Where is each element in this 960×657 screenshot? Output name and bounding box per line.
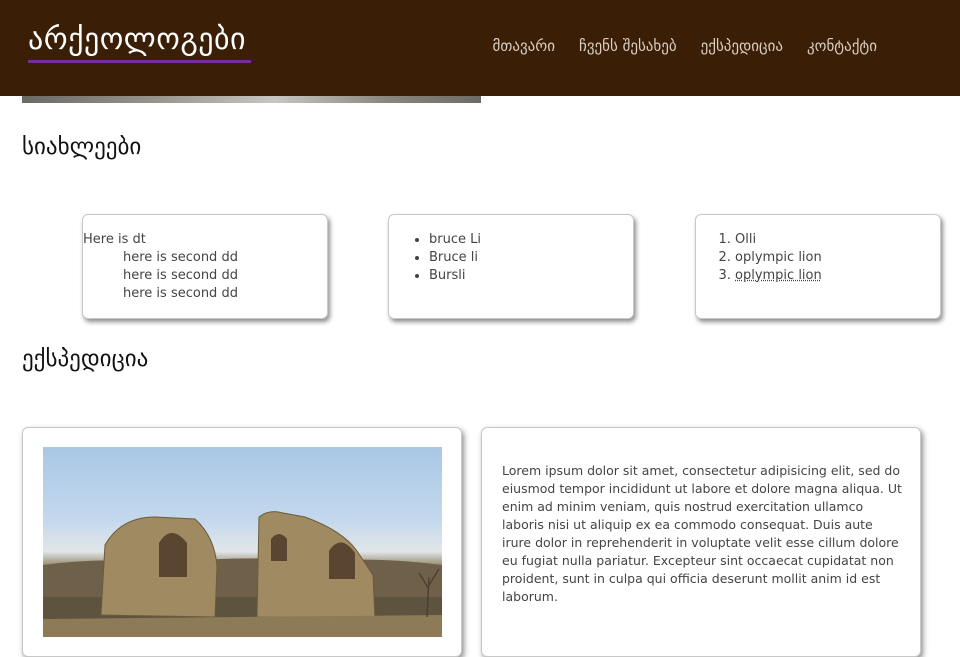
logo-underline — [28, 60, 251, 63]
expedition-text-card: Lorem ipsum dolor sit amet, consectetur … — [481, 427, 921, 657]
news-section-title: სიახლეები — [22, 134, 142, 160]
news-card-bullet-list: bruce Li Bruce li Bursli — [388, 214, 634, 319]
news-card-definition-list: Here is dt here is second dd here is sec… — [82, 214, 328, 319]
site-logo[interactable]: არქეოლოგები — [28, 22, 246, 58]
ruins-photo — [43, 447, 442, 637]
expedition-image-card — [22, 427, 462, 657]
nav-about[interactable]: ჩვენს შესახებ — [579, 37, 677, 55]
ruins-photo-illustration — [43, 511, 442, 637]
abbreviation[interactable]: oplympic lion — [735, 268, 822, 283]
list-item: oplympic lion — [735, 267, 940, 285]
list-item: Bursli — [429, 267, 633, 285]
definition-list: Here is dt here is second dd here is sec… — [83, 231, 327, 303]
list-item: bruce Li — [429, 231, 633, 249]
nav-expedition[interactable]: ექსპედიცია — [701, 37, 783, 55]
definition-description: here is second dd — [123, 250, 238, 265]
expedition-section-title: ექსპედიცია — [22, 346, 149, 372]
definition-term: Here is dt — [83, 232, 146, 247]
definition-description: here is second dd — [123, 286, 238, 301]
numbered-list: Olli oplympic lion oplympic lion — [696, 231, 940, 285]
expedition-description: Lorem ipsum dolor sit amet, consectetur … — [502, 463, 902, 604]
nav-contact[interactable]: კონტაქტი — [807, 37, 877, 55]
site-header: არქეოლოგები მთავარი ჩვენს შესახებ ექსპედ… — [0, 0, 960, 96]
list-item: Bruce li — [429, 249, 633, 267]
main-nav: მთავარი ჩვენს შესახებ ექსპედიცია კონტაქტ… — [493, 37, 877, 55]
bullet-list: bruce Li Bruce li Bursli — [389, 231, 633, 285]
definition-description: here is second dd — [123, 268, 238, 283]
list-item: Olli — [735, 231, 940, 249]
list-item: oplympic lion — [735, 249, 940, 267]
nav-home[interactable]: მთავარი — [493, 37, 555, 55]
news-card-numbered-list: Olli oplympic lion oplympic lion — [695, 214, 941, 319]
